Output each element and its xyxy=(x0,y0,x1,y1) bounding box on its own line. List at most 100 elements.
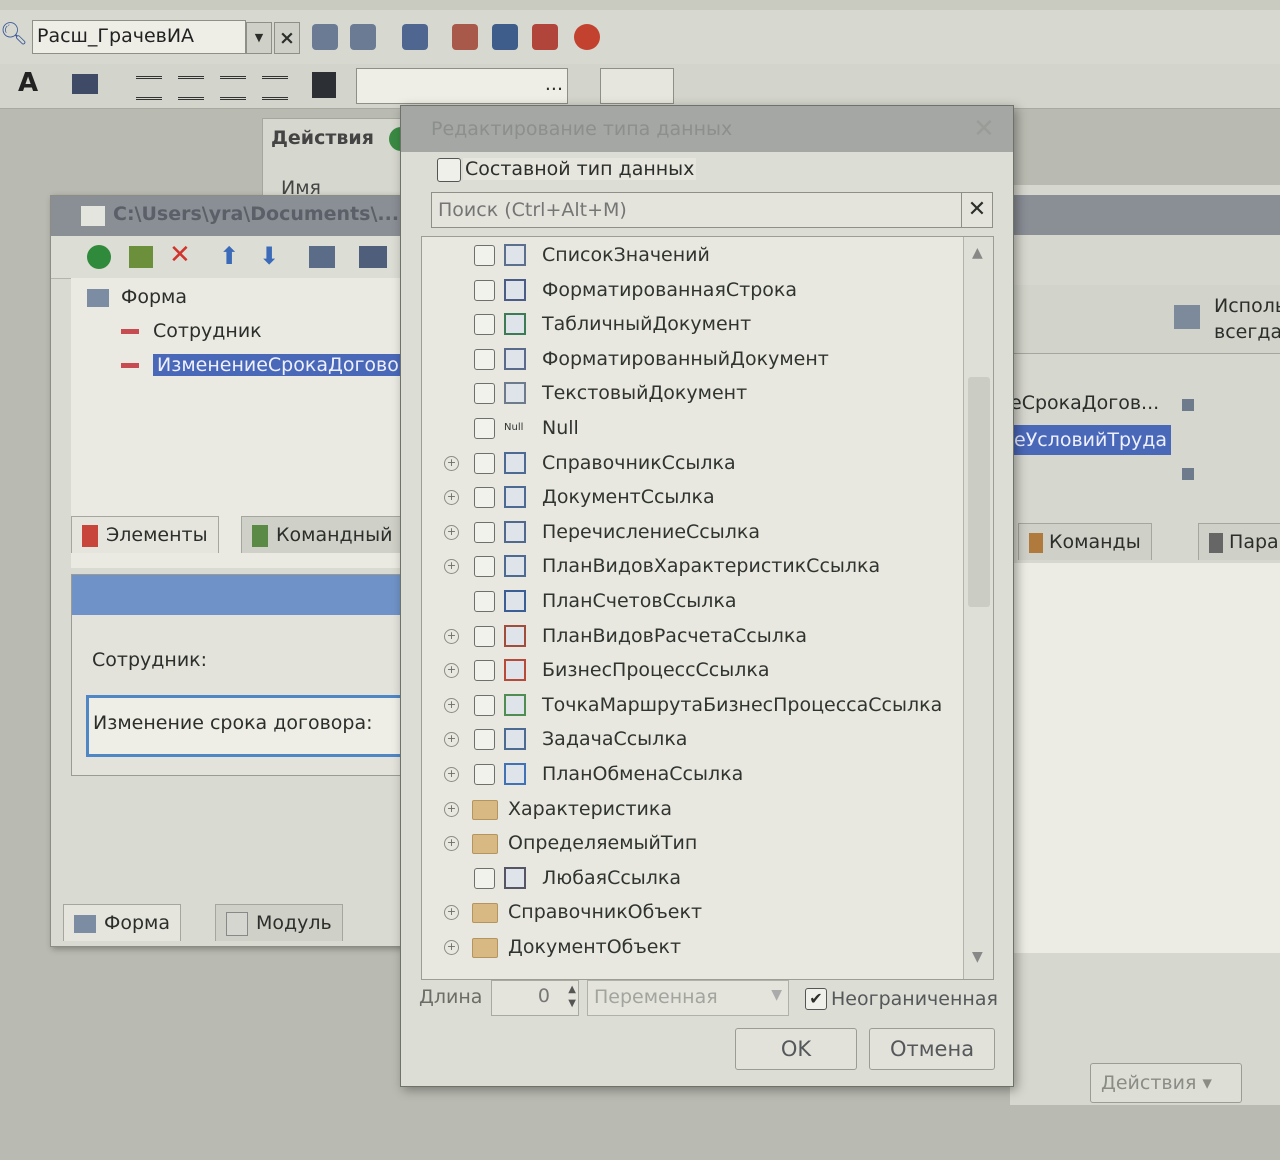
type-checkbox[interactable] xyxy=(474,591,495,612)
actions-button[interactable]: Действия ▾ xyxy=(1090,1063,1242,1103)
type-checkbox[interactable] xyxy=(474,383,495,405)
type-checkbox[interactable] xyxy=(474,556,495,578)
type-item[interactable]: + ПеречислениеСсылка xyxy=(422,516,962,548)
scroll-up-arrow[interactable]: ▲ xyxy=(972,245,983,261)
color-combo[interactable] xyxy=(600,68,674,104)
disconnect-icon[interactable] xyxy=(350,24,376,50)
tab-elements[interactable]: Элементы xyxy=(71,516,219,553)
font-combo[interactable]: ... xyxy=(356,68,568,104)
tab-form[interactable]: Форма xyxy=(63,904,182,941)
windows-icon[interactable] xyxy=(402,24,428,50)
type-checkbox[interactable] xyxy=(474,521,495,543)
type-item[interactable]: + СправочникОбъект xyxy=(422,896,962,928)
expand-icon[interactable]: + xyxy=(444,905,459,921)
type-item[interactable]: + ДокументСсылка xyxy=(422,481,962,513)
type-item[interactable]: ТабличныйДокумент xyxy=(422,308,962,340)
type-item[interactable]: + ПланОбменаСсылка xyxy=(422,758,962,790)
type-checkbox[interactable] xyxy=(474,694,495,716)
expand-icon[interactable]: + xyxy=(444,767,459,782)
edit-icon[interactable] xyxy=(129,246,153,268)
debug-icon[interactable] xyxy=(452,24,478,50)
add-icon[interactable] xyxy=(87,245,111,269)
length-spinner[interactable]: ▲ ▼ xyxy=(568,983,576,1011)
type-checkbox[interactable] xyxy=(474,729,495,751)
search-input[interactable] xyxy=(436,195,960,225)
justify-icon[interactable] xyxy=(262,76,288,100)
highlight-icon[interactable] xyxy=(72,74,98,94)
search-clear-icon[interactable]: ✕ xyxy=(961,193,992,227)
search-icon[interactable]: 🔍︎ xyxy=(0,22,28,47)
type-item[interactable]: + СправочникСсылка xyxy=(422,447,962,479)
tab-commands[interactable]: Команды xyxy=(1018,523,1152,560)
expand-icon[interactable]: + xyxy=(444,836,459,852)
type-item[interactable]: ФорматированнаяСтрока xyxy=(422,274,962,306)
close-icon[interactable]: ✕ xyxy=(973,114,995,144)
search-field[interactable]: ✕ xyxy=(431,192,993,228)
tab-params[interactable]: Пара xyxy=(1198,523,1280,560)
type-item[interactable]: ТекстовыйДокумент xyxy=(422,377,962,409)
type-item[interactable]: СписокЗначений xyxy=(422,239,962,271)
expand-icon[interactable]: + xyxy=(444,559,459,575)
expand-icon[interactable]: + xyxy=(444,455,459,471)
connect-icon[interactable] xyxy=(312,24,338,50)
expand-icon[interactable]: + xyxy=(444,663,459,679)
delete-icon[interactable]: ✕ xyxy=(169,240,191,270)
align-left-icon[interactable] xyxy=(136,76,162,100)
expand-icon[interactable]: + xyxy=(444,732,459,748)
type-checkbox[interactable] xyxy=(474,245,495,266)
expand-icon[interactable]: + xyxy=(444,524,459,540)
tree-root[interactable]: Форма xyxy=(87,282,187,312)
tree-item-contract-change[interactable]: ИзменениеСрокаДоговора xyxy=(121,350,427,380)
move-down-icon[interactable]: ⬇ xyxy=(259,242,279,270)
type-checkbox[interactable] xyxy=(474,279,495,301)
list-scrollbar[interactable]: ▲ ▼ xyxy=(963,237,993,979)
right-row-3-flag[interactable] xyxy=(1182,468,1194,480)
properties-icon[interactable] xyxy=(309,246,335,268)
expand-icon[interactable]: + xyxy=(444,490,459,506)
style-icon[interactable] xyxy=(312,72,336,98)
variable-select[interactable]: Переменная ▼ xyxy=(587,980,789,1016)
type-checkbox[interactable] xyxy=(474,764,495,785)
right-row-1-flag[interactable] xyxy=(1182,399,1194,411)
type-item[interactable]: ФорматированныйДокумент xyxy=(422,343,962,375)
type-item[interactable]: + ПланВидовХарактеристикСсылка xyxy=(422,550,962,582)
combo-dropdown-button[interactable]: ▼ xyxy=(246,22,272,54)
unlimited-checkbox[interactable]: ✔ xyxy=(805,988,827,1010)
type-checkbox[interactable] xyxy=(474,625,495,647)
type-checkbox[interactable] xyxy=(474,660,495,682)
report-icon[interactable] xyxy=(532,24,558,50)
tree-item-employee[interactable]: Сотрудник xyxy=(121,316,262,346)
type-item[interactable]: Null Null xyxy=(422,412,962,444)
type-item[interactable]: + ТочкаМаршрутаБизнесПроцессаСсылка xyxy=(422,689,962,721)
type-checkbox[interactable] xyxy=(474,487,495,509)
type-item[interactable]: + ПланВидовРасчетаСсылка xyxy=(422,620,962,652)
info-icon[interactable] xyxy=(574,24,600,50)
align-right-icon[interactable] xyxy=(220,76,246,100)
right-row-1[interactable]: еСрокаДогов... xyxy=(1010,392,1159,414)
expand-icon[interactable]: + xyxy=(444,801,459,817)
length-field[interactable]: 0 ▲ ▼ xyxy=(491,980,579,1016)
type-item[interactable]: + ЗадачаСсылка xyxy=(422,723,962,755)
right-row-2[interactable]: еУсловийТруда xyxy=(1010,425,1172,455)
tab-command-panel[interactable]: Командный xyxy=(241,516,404,553)
combo-clear-button[interactable]: × xyxy=(274,22,300,54)
ok-button[interactable]: OK xyxy=(735,1028,857,1070)
tab-module[interactable]: Модуль xyxy=(215,904,343,941)
move-up-icon[interactable]: ⬆ xyxy=(219,242,239,270)
type-checkbox[interactable] xyxy=(474,452,495,474)
composite-type-checkbox[interactable] xyxy=(437,158,461,182)
scroll-down-arrow[interactable]: ▼ xyxy=(972,949,983,965)
actions-label[interactable]: Действия xyxy=(271,127,374,149)
type-item[interactable]: + Характеристика xyxy=(422,793,962,825)
type-item[interactable]: + ДокументОбъект xyxy=(422,931,962,963)
type-item[interactable]: ЛюбаяСсылка xyxy=(422,862,962,894)
type-item[interactable]: + БизнесПроцессСсылка xyxy=(422,654,962,686)
expand-icon[interactable]: + xyxy=(444,940,459,955)
expand-icon[interactable]: + xyxy=(444,697,459,713)
type-checkbox[interactable] xyxy=(474,418,495,439)
expand-icon[interactable]: + xyxy=(444,628,459,644)
type-item[interactable]: ПланСчетовСсылка xyxy=(422,585,962,617)
type-item[interactable]: + ОпределяемыйТип xyxy=(422,827,962,859)
syntax-icon[interactable] xyxy=(492,24,518,50)
cancel-button[interactable]: Отмена xyxy=(869,1028,995,1070)
